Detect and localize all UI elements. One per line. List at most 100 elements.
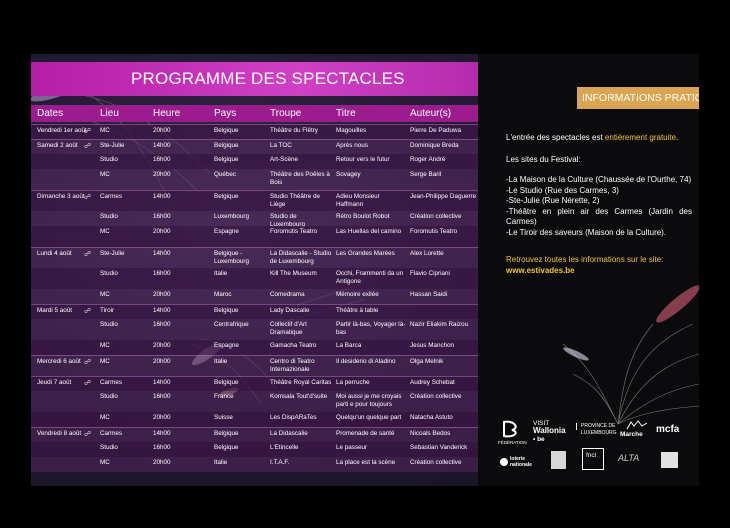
cell-lieu: Studio [100, 321, 118, 328]
province-label-2: LUXEMBOURG [581, 430, 617, 436]
cell-titre: Théâtre à table [336, 307, 379, 314]
entry-note-prefix: L'entrée des spectacles est [506, 133, 605, 142]
entry-note: L'entrée des spectacles est entièrement … [506, 133, 692, 144]
cell-heure: 14h00 [153, 193, 171, 200]
column-header-dates: Dates [37, 108, 64, 119]
cell-lieu: MC [100, 459, 110, 466]
cell-auteur: Roger André [410, 156, 446, 163]
table-row: MC 20h00 Maroc Comedrama Mémoire exilée Hassa… [31, 289, 478, 304]
site-item: -La Maison de la Culture (Chaussée de l'… [506, 175, 692, 184]
cell-lieu: MC [100, 171, 110, 178]
cell-lieu: Tiroir [100, 307, 115, 314]
loterie-logo-icon [500, 458, 508, 466]
entry-note-suffix: . [676, 133, 679, 142]
cell-titre: Le passeur [336, 444, 368, 451]
cell-lieu: Ste-Julie [100, 250, 125, 257]
table-header: Dates Lieu Heure Pays Troupe Titre Auteu… [31, 105, 478, 122]
cell-lieu: Carmes [100, 379, 123, 386]
cell-pays: Espagne [214, 228, 239, 235]
cell-pays: Centrafrique [214, 321, 249, 328]
cell-troupe: Komsala Tout'd'suite [270, 393, 328, 400]
cell-pays: Italie [214, 270, 228, 277]
table-row: MC 20h00 Suisse Les DispARaTes Quelqu'un que… [31, 412, 478, 427]
table-row: MC 20h00 Italie I.T.A.F. La place est la scè… [31, 457, 478, 472]
cell-titre: Adieu Monsieur Haffmann [336, 193, 380, 208]
cell-pays: Italie [214, 459, 228, 466]
table-row: Studio 16h00 Belgique Art-Scène Retour vers … [31, 154, 478, 169]
fncl-logo: fncl [582, 448, 604, 470]
binoculars-icon: ☍ [84, 143, 92, 150]
cell-pays: Italie [214, 358, 228, 365]
federation-logo-icon [503, 420, 517, 438]
cell-troupe: Comedrama [270, 291, 305, 298]
cell-heure: 14h00 [153, 250, 171, 257]
cell-titre: Après nous [336, 142, 368, 149]
cell-pays: Belgique [214, 430, 239, 437]
cell-heure: 20h00 [153, 127, 171, 134]
cell-titre: Rétro Boulot Robot [336, 213, 390, 220]
cell-auteur: Dominique Breda [410, 142, 459, 149]
programme-panel: PROGRAMME DES SPECTACLES Dates Lieu Heur… [31, 54, 478, 486]
province-label-1: PROVINCE DE [576, 423, 615, 430]
cell-lieu: Studio [100, 444, 118, 451]
loterie-label-2: nationale [510, 462, 532, 468]
cell-lieu: Studio [100, 156, 118, 163]
site-item: -Le Tiroir des saveurs (Maison de la Cul… [506, 227, 667, 237]
table-row: Studio 16h00 France Komsala Tout'd'suite Moi… [31, 391, 478, 412]
site-item: -Le Studio (Rue des Carmes, 3) [506, 185, 619, 195]
cell-auteur: Création collective [410, 393, 462, 400]
table-row: Vendredi 1er août MC 20h00 Belgique Théâtre … [31, 124, 478, 139]
table-row: Studio 16h00 Italie Kill The Museum Occhi, F… [31, 268, 478, 289]
cell-lieu: Studio [100, 393, 118, 400]
binoculars-icon: ☍ [84, 128, 92, 135]
programme-title: PROGRAMME DES SPECTACLES [131, 69, 405, 88]
cell-titre: Il desiderio di Aladino [336, 358, 396, 365]
cell-titre: Magouilles [336, 127, 367, 134]
cell-heure: 14h00 [153, 142, 171, 149]
cell-titre: Partir là-bas, Voyager là-bas [336, 321, 406, 336]
table-row: MC 20h00 Espagne Gamacha Teatro La Barca Jesu… [31, 340, 478, 355]
cell-titre: Las Huellas del camino [336, 228, 402, 235]
cell-heure: 20h00 [153, 171, 171, 178]
table-row: Studio 16h00 Luxembourg Studio de Luxembour… [31, 211, 478, 228]
cell-troupe: Théâtre Royal Caritas [270, 379, 332, 386]
sites-title: Les sites du Festival: [506, 155, 581, 164]
column-header-titre: Titre [336, 108, 356, 119]
table-row: Mardi 5 août Tiroir 14h00 Belgique Lady Dasc… [31, 304, 478, 319]
marche-label: Marche [620, 431, 643, 438]
cell-lieu: Carmes [100, 193, 123, 200]
info-panel: INFORMATIONS PRATIQUES L'entrée des spec… [478, 54, 699, 486]
table-row: Dimanche 3 août Carmes 14h00 Belgique Studio… [31, 190, 478, 211]
cell-lieu: Carmes [100, 430, 123, 437]
binoculars-icon: ☍ [84, 359, 92, 366]
partner-badge-icon [661, 452, 678, 468]
cell-titre: Promenade de santé [336, 430, 395, 437]
cell-pays: Belgique [214, 193, 239, 200]
cell-titre: Retour vers le futur [336, 156, 390, 163]
cell-troupe: Foromutis Teatro [270, 228, 318, 235]
sites-list: -La Maison de la Culture (Chaussée de l'… [506, 175, 692, 238]
cell-troupe: Théâtre des Poêles à Bois [270, 171, 330, 186]
cell-troupe: Théâtre du Flêtry [270, 127, 318, 134]
cell-troupe: Les DispARaTes [270, 414, 317, 421]
cell-heure: 20h00 [153, 459, 171, 466]
fncl-label: fncl [586, 452, 597, 459]
table-row: Vendredi 8 août Carmes 14h00 Belgique La Did… [31, 427, 478, 442]
cell-heure: 16h00 [153, 270, 171, 277]
website-link[interactable]: www.estivades.be [506, 266, 692, 277]
table-row: Samedi 2 août Ste-Julie 14h00 Belgique La TO… [31, 139, 478, 154]
informations-pratiques-button[interactable]: INFORMATIONS PRATIQUES [577, 87, 699, 109]
cell-troupe: Art-Scène [270, 156, 298, 163]
more-info-text: Retrouvez toutes les informations sur le… [506, 255, 664, 264]
cell-heure: 20h00 [153, 228, 171, 235]
cell-troupe: Lady Dascalie [270, 307, 310, 314]
cell-pays: Belgique - Luxembourg [214, 250, 250, 265]
cell-auteur: Audrey Schebat [410, 379, 455, 386]
cell-lieu: MC [100, 358, 110, 365]
binoculars-icon: ☍ [84, 251, 92, 258]
cell-troupe: Centro di Teatro Internazionale [270, 358, 315, 373]
cell-pays: France [214, 393, 234, 400]
cell-lieu: MC [100, 228, 110, 235]
marche-logo-icon [626, 420, 648, 430]
cell-auteur: Alex Lorette [410, 250, 444, 257]
